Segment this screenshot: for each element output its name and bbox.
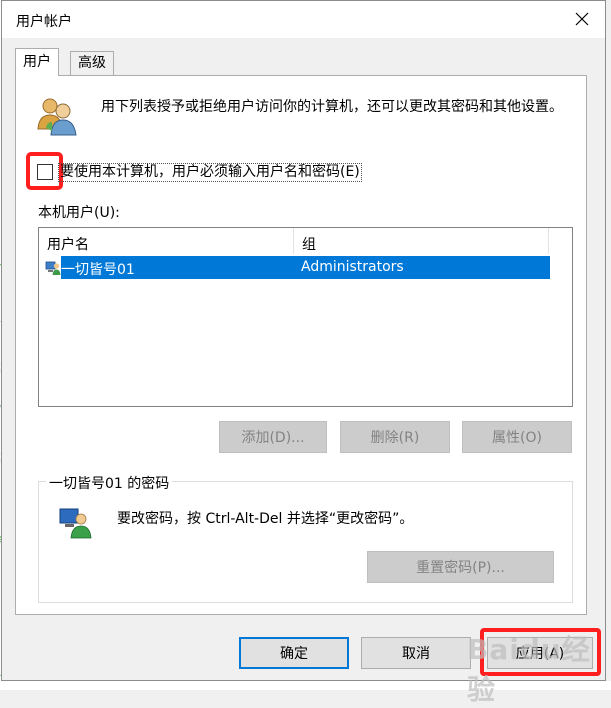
tab-users-label: 用户 — [23, 54, 51, 70]
password-groupbox — [38, 481, 573, 603]
require-password-label[interactable]: 要使用本计算机，用户必须输入用户名和密码(E) — [58, 163, 362, 182]
tab-users[interactable]: 用户 — [15, 48, 59, 76]
users-icon — [37, 98, 77, 136]
table-row[interactable]: 一切皆号01 Administrators — [61, 256, 550, 279]
ok-button[interactable]: 确定 — [239, 637, 349, 669]
reset-password-button[interactable]: 重置密码(P)... — [367, 551, 554, 583]
title-bar: 用户帐户 — [2, 1, 605, 38]
change-password-instruction: 要改密码，按 Ctrl-Alt-Del 并选择“更改密码”。 — [117, 511, 414, 527]
baidu-watermark: Baidu经验 — [467, 633, 591, 706]
user-name-cell: 一切皆号01 — [61, 262, 135, 278]
local-users-label: 本机用户(U): — [38, 205, 120, 221]
column-divider — [293, 228, 294, 254]
remove-user-button[interactable]: 删除(R) — [340, 421, 450, 453]
password-section-title: 一切皆号01 的密码 — [46, 473, 173, 493]
column-header-username[interactable]: 用户名 — [47, 234, 89, 254]
tab-advanced[interactable]: 高级 — [70, 51, 114, 75]
tab-advanced-label: 高级 — [78, 55, 106, 71]
properties-button[interactable]: 属性(O) — [462, 421, 572, 453]
add-user-button[interactable]: 添加(D)... — [219, 421, 327, 453]
user-group-cell: Administrators — [301, 259, 404, 275]
list-header: 用户名 组 — [39, 228, 572, 256]
column-header-group[interactable]: 组 — [302, 234, 316, 254]
window-title: 用户帐户 — [16, 14, 72, 30]
intro-text: 用下列表授予或拒绝用户访问你的计算机，还可以更改其密码和其他设置。 — [101, 99, 563, 115]
column-divider — [548, 228, 549, 254]
password-user-icon — [59, 508, 92, 539]
close-button[interactable] — [567, 5, 597, 33]
user-icon — [45, 261, 61, 275]
users-list[interactable]: 用户名 组 一切皆号01 Administrators — [38, 227, 573, 407]
cancel-button[interactable]: 取消 — [361, 637, 471, 669]
close-icon — [575, 12, 589, 26]
